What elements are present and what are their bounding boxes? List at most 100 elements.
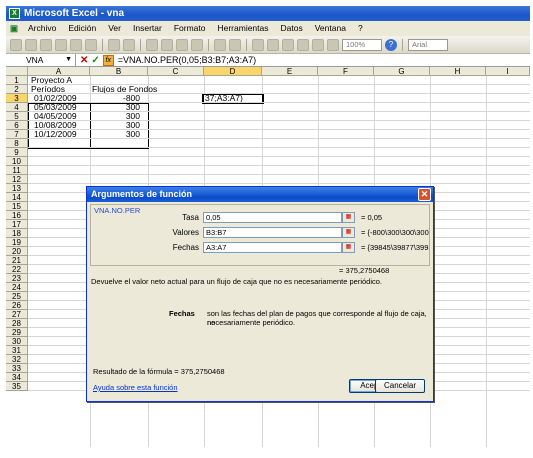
row-header-3[interactable]: 3 [6, 94, 28, 103]
menu-help[interactable]: ? [352, 21, 369, 36]
window-title-bar[interactable]: X Microsoft Excel - vna [6, 6, 530, 21]
new-icon[interactable] [10, 38, 22, 51]
row-header-7[interactable]: 7 [6, 130, 28, 139]
row-header-13[interactable]: 13 [6, 184, 28, 193]
close-icon[interactable]: ✕ [418, 188, 431, 201]
row-header-29[interactable]: 29 [6, 328, 28, 337]
row-header-19[interactable]: 19 [6, 238, 28, 247]
collapse-dialog-icon[interactable]: ▦ [342, 227, 355, 238]
undo-icon[interactable] [214, 38, 226, 51]
row-header-15[interactable]: 15 [6, 202, 28, 211]
column-header-h[interactable]: H [430, 67, 486, 76]
row-header-35[interactable]: 35 [6, 382, 28, 391]
menu-formato[interactable]: Formato [168, 21, 212, 36]
menu-ver[interactable]: Ver [102, 21, 127, 36]
fechas-input[interactable]: A3:A7 [203, 242, 342, 253]
row-header-22[interactable]: 22 [6, 265, 28, 274]
row-header-33[interactable]: 33 [6, 364, 28, 373]
row-header-6[interactable]: 6 [6, 121, 28, 130]
row-header-12[interactable]: 12 [6, 175, 28, 184]
function-description: Devuelve el valor neto actual para un fl… [91, 277, 383, 286]
menu-bar: ▣ Archivo Edición Ver Insertar Formato H… [6, 21, 530, 36]
copy-icon[interactable] [161, 38, 173, 51]
row-header-10[interactable]: 10 [6, 157, 28, 166]
permission-icon[interactable] [55, 38, 67, 51]
chart-wizard-icon[interactable] [312, 38, 324, 51]
row-header-32[interactable]: 32 [6, 355, 28, 364]
row-header-31[interactable]: 31 [6, 346, 28, 355]
name-box[interactable]: VNA ▼ [6, 54, 76, 66]
hyperlink-icon[interactable] [252, 38, 264, 51]
paste-icon[interactable] [176, 38, 188, 51]
valores-input[interactable]: B3:B7 [203, 227, 342, 238]
menu-edicion[interactable]: Edición [62, 21, 102, 36]
confirm-entry-icon[interactable]: ✓ [91, 55, 99, 66]
insert-function-icon[interactable]: fx [102, 54, 114, 66]
formula-input[interactable]: =VNA.NO.PER(0,05;B3:B7;A3:A7) [118, 55, 256, 65]
row-header-28[interactable]: 28 [6, 319, 28, 328]
menu-archivo[interactable]: Archivo [22, 21, 62, 36]
column-header-e[interactable]: E [262, 67, 318, 76]
row-header-21[interactable]: 21 [6, 256, 28, 265]
menu-datos[interactable]: Datos [275, 21, 309, 36]
row-header-2[interactable]: 2 [6, 85, 28, 94]
row-header-30[interactable]: 30 [6, 337, 28, 346]
zoom-select[interactable]: 100% [342, 38, 382, 51]
research-icon[interactable] [123, 38, 135, 51]
row-header-9[interactable]: 9 [6, 148, 28, 157]
column-header-a[interactable]: A [28, 67, 90, 76]
select-all-corner[interactable] [6, 67, 28, 76]
menu-herramientas[interactable]: Herramientas [211, 21, 274, 36]
chevron-down-icon[interactable]: ▼ [65, 54, 72, 66]
row-header-4[interactable]: 4 [6, 103, 28, 112]
help-icon[interactable]: ? [385, 38, 397, 51]
help-link[interactable]: Ayuda sobre esta función [93, 383, 178, 392]
row-header-25[interactable]: 25 [6, 292, 28, 301]
sort-descending-icon[interactable] [297, 38, 309, 51]
row-header-16[interactable]: 16 [6, 211, 28, 220]
row-header-34[interactable]: 34 [6, 373, 28, 382]
tasa-result: = 0,05 [361, 213, 383, 222]
menu-insertar[interactable]: Insertar [127, 21, 168, 36]
redo-icon[interactable] [229, 38, 241, 51]
autosum-icon[interactable] [267, 38, 279, 51]
row-header-5[interactable]: 5 [6, 112, 28, 121]
cut-icon[interactable] [146, 38, 158, 51]
print-icon[interactable] [70, 38, 82, 51]
row-header-24[interactable]: 24 [6, 283, 28, 292]
cancel-button[interactable]: Cancelar [375, 379, 425, 393]
font-select[interactable]: Arial [408, 38, 448, 51]
column-header-c[interactable]: C [148, 67, 204, 76]
dialog-title-bar[interactable]: Argumentos de función ✕ [87, 187, 433, 202]
row-header-14[interactable]: 14 [6, 193, 28, 202]
row-header-26[interactable]: 26 [6, 301, 28, 310]
cancel-entry-icon[interactable]: ✕ [80, 55, 88, 66]
row-header-20[interactable]: 20 [6, 247, 28, 256]
column-header-f[interactable]: F [318, 67, 374, 76]
save-icon[interactable] [40, 38, 52, 51]
spelling-icon[interactable] [108, 38, 120, 51]
gridline [28, 93, 530, 94]
print-preview-icon[interactable] [85, 38, 97, 51]
row-header-1[interactable]: 1 [6, 76, 28, 85]
arg-label-tasa: Tasa [182, 213, 199, 222]
row-header-23[interactable]: 23 [6, 274, 28, 283]
sort-ascending-icon[interactable] [282, 38, 294, 51]
row-header-17[interactable]: 17 [6, 220, 28, 229]
open-icon[interactable] [25, 38, 37, 51]
column-header-i[interactable]: I [486, 67, 530, 76]
collapse-dialog-icon[interactable]: ▦ [342, 212, 355, 223]
tasa-input[interactable]: 0,05 [203, 212, 342, 223]
column-header-b[interactable]: B [90, 67, 148, 76]
format-painter-icon[interactable] [191, 38, 203, 51]
drawing-icon[interactable] [327, 38, 339, 51]
row-header-8[interactable]: 8 [6, 139, 28, 148]
row-header-27[interactable]: 27 [6, 310, 28, 319]
column-header-d[interactable]: D [204, 67, 262, 76]
row-header-18[interactable]: 18 [6, 229, 28, 238]
row-header-11[interactable]: 11 [6, 166, 28, 175]
workbook-icon[interactable]: ▣ [6, 21, 22, 36]
collapse-dialog-icon[interactable]: ▦ [342, 242, 355, 253]
menu-ventana[interactable]: Ventana [309, 21, 352, 36]
column-header-g[interactable]: G [374, 67, 430, 76]
